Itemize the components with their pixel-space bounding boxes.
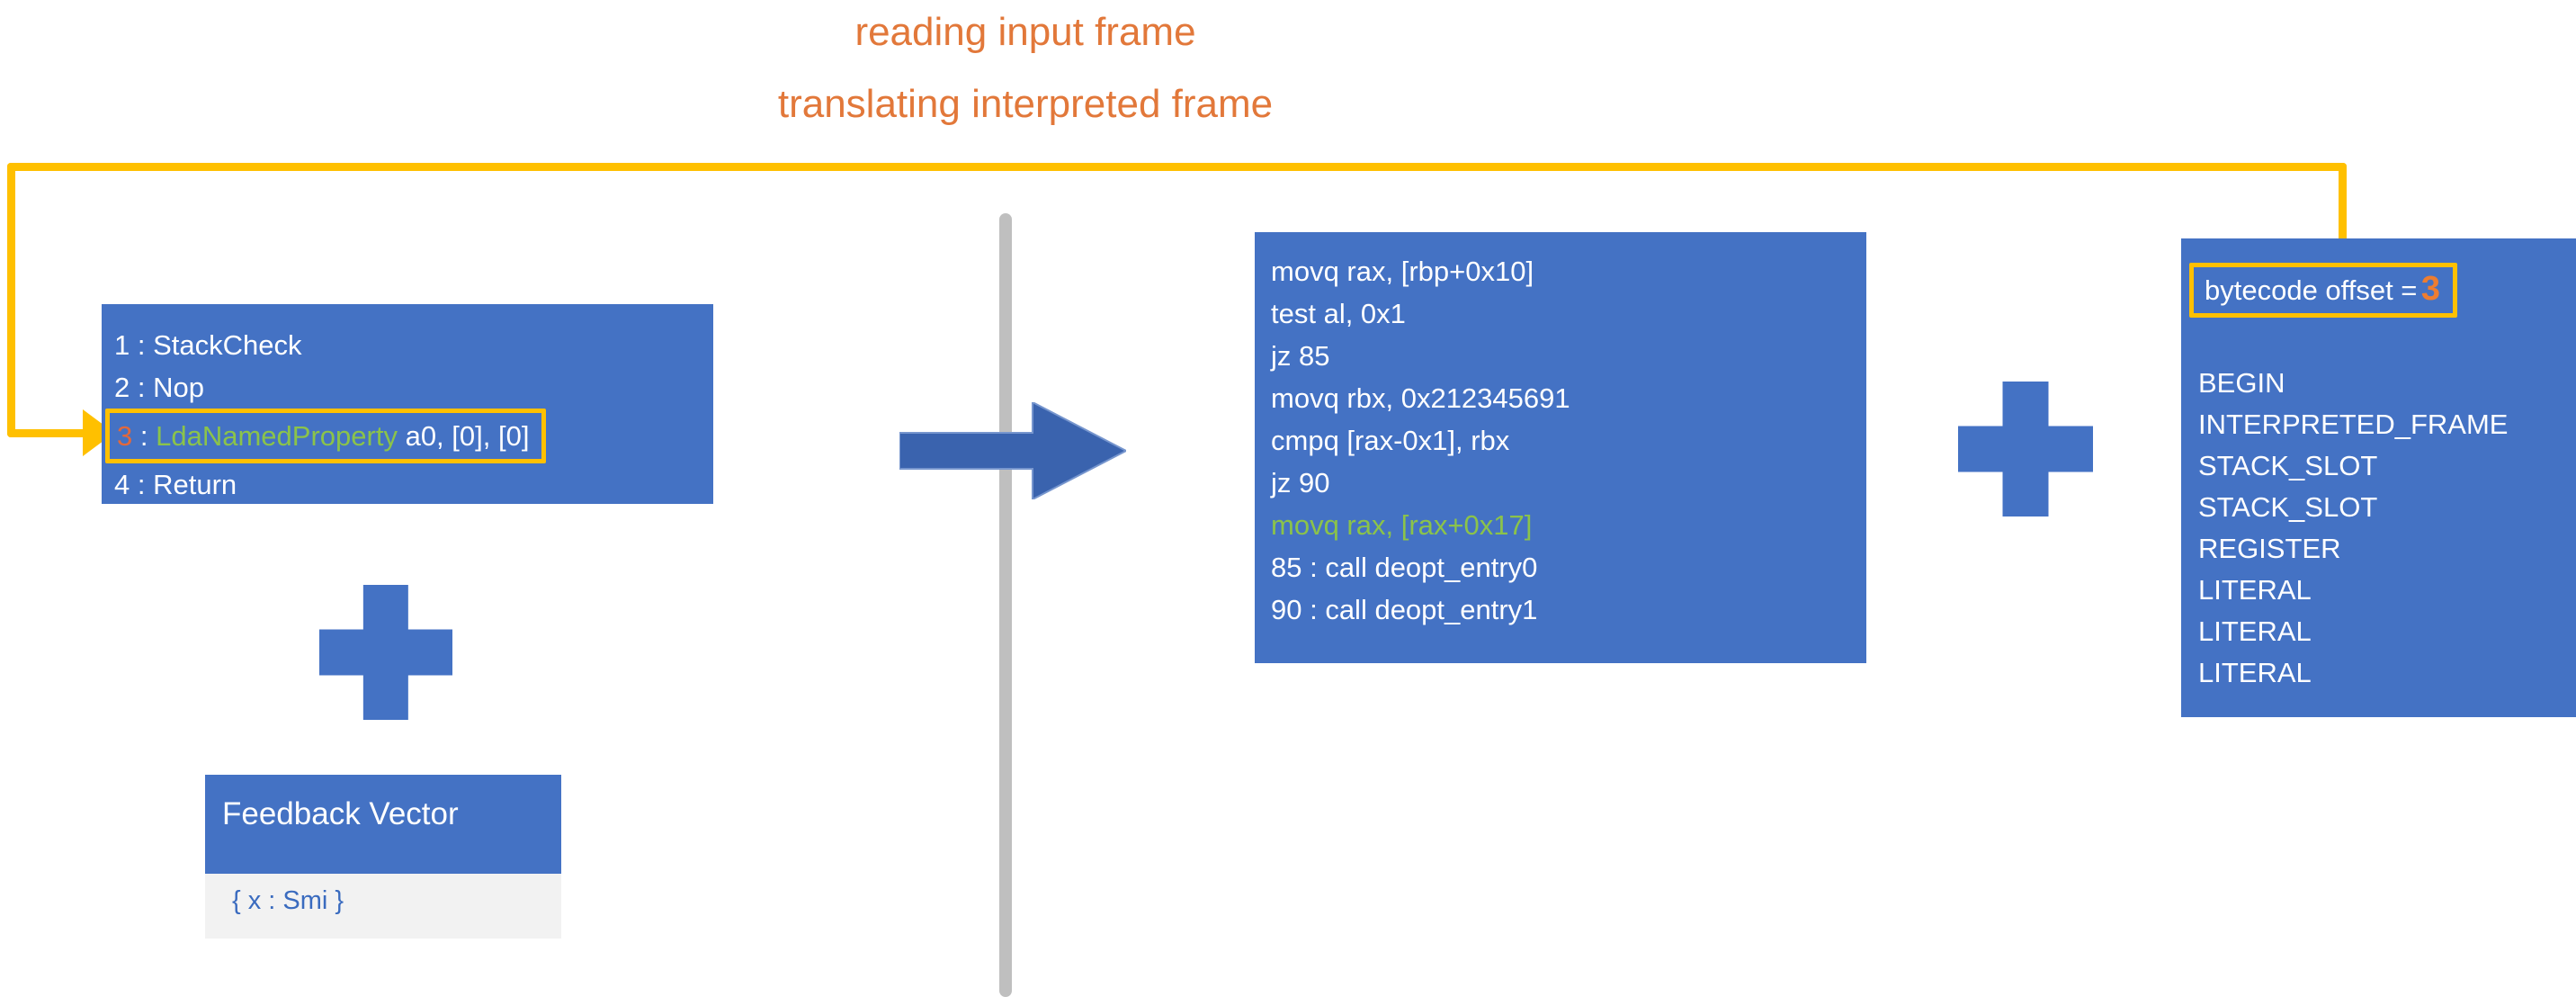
- diagram-canvas: reading input frame translating interpre…: [0, 0, 2576, 997]
- bytecode-separator: :: [137, 372, 146, 403]
- bytecode-opcode: LdaNamedProperty: [156, 420, 398, 452]
- translation-opcode-item: STACK_SLOT: [2198, 450, 2378, 481]
- connector-left-segment: [7, 163, 15, 437]
- translation-opcode-list: BEGIN INTERPRETED_FRAME STACK_SLOT STACK…: [2198, 363, 2508, 694]
- bytecode-index: 1: [114, 329, 130, 361]
- bytecode-separator: :: [139, 420, 148, 452]
- assembly-row: 90 : call deopt_entry1: [1271, 594, 1538, 625]
- translation-opcode-item: REGISTER: [2198, 533, 2341, 564]
- bytecode-operands: a0, [0], [0]: [405, 420, 530, 452]
- translation-opcode-item: LITERAL: [2198, 574, 2312, 606]
- translation-opcode-item: STACK_SLOT: [2198, 491, 2378, 523]
- plus-icon-right: [1958, 382, 2093, 516]
- flow-arrow-icon: [899, 402, 1126, 499]
- translation-opcode-item: INTERPRETED_FRAME: [2198, 409, 2509, 440]
- assembly-panel: movq rax, [rbp+0x10] test al, 0x1 jz 85 …: [1255, 232, 1866, 663]
- translation-opcode-item: LITERAL: [2198, 615, 2312, 647]
- bytecode-offset-badge: bytecode offset = 3: [2189, 263, 2457, 318]
- bytecode-row: 2 : Nop: [114, 366, 713, 409]
- feedback-vector-title: Feedback Vector: [222, 796, 459, 831]
- bytecode-row: 1 : StackCheck: [114, 324, 713, 366]
- feedback-vector-card: Feedback Vector { x : Smi }: [205, 775, 561, 939]
- translation-opcode-item: LITERAL: [2198, 657, 2312, 688]
- connector-bottom-segment: [7, 429, 90, 437]
- title-reading-input-frame: reading input frame: [854, 10, 1196, 54]
- feedback-vector-value: { x : Smi }: [232, 886, 344, 915]
- bytecode-index: 3: [117, 420, 133, 452]
- translation-opcode-item: BEGIN: [2198, 367, 2285, 399]
- bytecode-index: 2: [114, 372, 130, 403]
- assembly-row: jz 90: [1271, 467, 1330, 498]
- bytecode-separator: :: [137, 469, 146, 500]
- bytecode-offset-value: 3: [2420, 270, 2440, 308]
- assembly-row: cmpq [rax-0x1], rbx: [1271, 425, 1510, 456]
- bytecode-opcode: Nop: [153, 372, 204, 403]
- bytecode-offset-label: bytecode offset =: [2205, 274, 2418, 306]
- bytecode-highlight-box: 3 : LdaNamedProperty a0, [0], [0]: [105, 409, 547, 463]
- assembly-row: movq rbx, 0x212345691: [1271, 382, 1570, 414]
- plus-icon-left: [319, 585, 452, 720]
- assembly-row: test al, 0x1: [1271, 298, 1406, 329]
- bytecode-opcode: Return: [153, 469, 237, 500]
- bytecode-row-highlighted: 3 : LdaNamedProperty a0, [0], [0]: [105, 409, 713, 463]
- assembly-row: 85 : call deopt_entry0: [1271, 552, 1538, 583]
- bytecode-row: 4 : Return: [114, 463, 713, 506]
- translation-frame-panel: bytecode offset = 3 BEGIN INTERPRETED_FR…: [2181, 238, 2576, 717]
- vertical-divider: [999, 213, 1012, 997]
- assembly-row: jz 85: [1271, 340, 1330, 372]
- feedback-vector-body: { x : Smi }: [205, 874, 561, 939]
- assembly-row: movq rax, [rbp+0x10]: [1271, 256, 1534, 287]
- connector-top-segment: [7, 163, 2347, 171]
- feedback-vector-header: Feedback Vector: [205, 775, 561, 874]
- bytecode-opcode: StackCheck: [153, 329, 302, 361]
- bytecode-separator: :: [137, 329, 146, 361]
- title-translating-interpreted-frame: translating interpreted frame: [777, 82, 1274, 126]
- bytecode-panel: 1 : StackCheck 2 : Nop 3 : LdaNamedPrope…: [102, 304, 713, 504]
- assembly-row-highlighted: movq rax, [rax+0x17]: [1271, 509, 1533, 541]
- bytecode-index: 4: [114, 469, 130, 500]
